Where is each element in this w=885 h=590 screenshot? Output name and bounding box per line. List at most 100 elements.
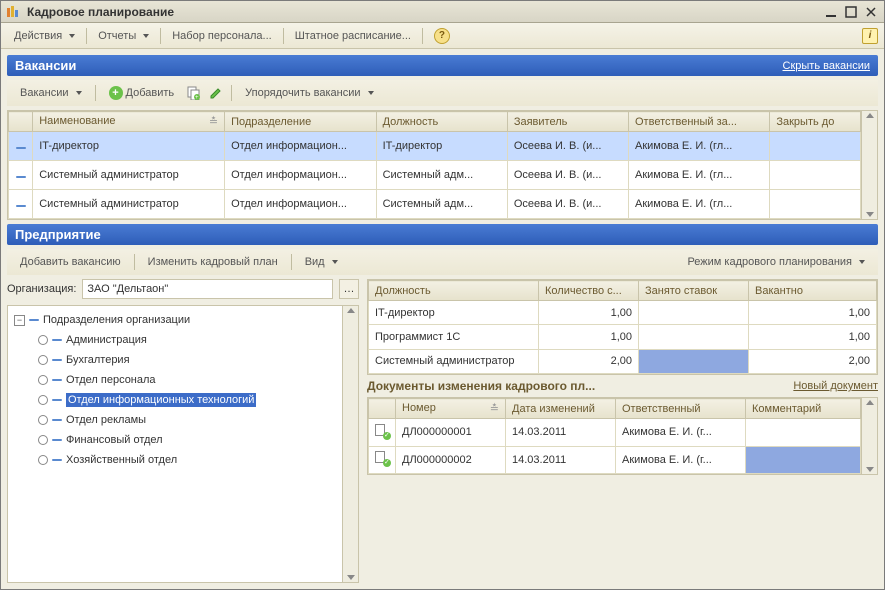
row-marker-icon	[16, 147, 26, 149]
vacancies-table: Наименование≛ Подразделение Должность За…	[8, 111, 861, 219]
table-row[interactable]: IT-директор 1,00 1,00	[369, 301, 877, 325]
doc-posted-icon	[375, 424, 389, 438]
tree-item[interactable]: Отдел рекламы	[10, 410, 340, 430]
col-position[interactable]: Должность	[376, 112, 507, 132]
enterprise-title: Предприятие	[15, 227, 101, 242]
col-responsible[interactable]: Ответственный за...	[629, 112, 770, 132]
window-title: Кадровое планирование	[27, 5, 820, 19]
choose-org-button[interactable]: …	[339, 279, 359, 299]
table-row[interactable]: IT-директор Отдел информацион... IT-дире…	[9, 132, 861, 161]
col-date[interactable]: Дата изменений	[506, 399, 616, 419]
right-pane: Должность Количество с... Занято ставок …	[367, 279, 878, 583]
enterprise-body: Организация: ЗАО "Дельтаон" … − Подразде…	[7, 279, 878, 583]
radio-icon	[38, 395, 48, 405]
vacancies-grid: Наименование≛ Подразделение Должность За…	[7, 110, 878, 220]
close-button[interactable]	[862, 4, 880, 20]
table-row[interactable]: Системный администратор Отдел информацио…	[9, 161, 861, 190]
copy-button[interactable]: +	[185, 84, 203, 102]
radio-icon	[38, 355, 48, 365]
view-menu[interactable]: Вид	[298, 253, 345, 271]
left-pane: Организация: ЗАО "Дельтаон" … − Подразде…	[7, 279, 359, 583]
separator	[95, 85, 96, 101]
maximize-button[interactable]	[842, 4, 860, 20]
radio-icon	[38, 415, 48, 425]
col-count[interactable]: Количество с...	[539, 281, 639, 301]
info-button[interactable]: i	[862, 28, 878, 44]
app-icon	[5, 4, 21, 20]
tree-item-selected[interactable]: Отдел информационных технологий	[10, 390, 340, 410]
separator	[422, 28, 423, 44]
recruit-button[interactable]: Набор персонала...	[165, 27, 278, 45]
enterprise-toolbar: Добавить вакансию Изменить кадровый план…	[7, 249, 878, 275]
tree-item[interactable]: Финансовый отдел	[10, 430, 340, 450]
scrollbar[interactable]	[861, 398, 877, 474]
edit-plan-button[interactable]: Изменить кадровый план	[141, 253, 285, 271]
radio-icon	[38, 435, 48, 445]
scrollbar[interactable]	[861, 111, 877, 219]
org-row: Организация: ЗАО "Дельтаон" …	[7, 279, 359, 299]
folder-icon	[29, 319, 39, 321]
tree-item[interactable]: Бухгалтерия	[10, 350, 340, 370]
collapse-icon[interactable]: −	[14, 315, 25, 326]
scrollbar[interactable]	[342, 306, 358, 582]
content: Вакансии Скрыть вакансии Вакансии Добави…	[1, 49, 884, 589]
vacancies-menu[interactable]: Вакансии	[13, 84, 89, 102]
doc-posted-icon	[375, 451, 389, 465]
reports-menu[interactable]: Отчеты	[91, 27, 156, 45]
titlebar: Кадровое планирование	[1, 1, 884, 23]
col-name[interactable]: Наименование≛	[33, 112, 225, 132]
col-department[interactable]: Подразделение	[225, 112, 376, 132]
row-marker-icon	[16, 176, 26, 178]
main-toolbar: Действия Отчеты Набор персонала... Штатн…	[1, 23, 884, 49]
scroll-down-icon	[866, 467, 874, 472]
table-row[interactable]: Программист 1С 1,00 1,00	[369, 325, 877, 349]
col-applicant[interactable]: Заявитель	[507, 112, 628, 132]
tree-item[interactable]: Хозяйственный отдел	[10, 450, 340, 470]
add-vacancy-button[interactable]: Добавить вакансию	[13, 253, 128, 271]
new-document-link[interactable]: Новый документ	[793, 380, 878, 392]
department-tree: − Подразделения организации Администраци…	[7, 305, 359, 583]
org-input[interactable]: ЗАО "Дельтаон"	[82, 279, 333, 299]
staffing-button[interactable]: Штатное расписание...	[288, 27, 418, 45]
table-row[interactable]: Системный администратор 2,00 2,00	[369, 349, 877, 373]
table-row[interactable]: Системный администратор Отдел информацио…	[9, 190, 861, 219]
tree-item[interactable]: Администрация	[10, 330, 340, 350]
col-closeby[interactable]: Закрыть до	[770, 112, 861, 132]
edit-button[interactable]	[207, 84, 225, 102]
planning-mode-menu[interactable]: Режим кадрового планирования	[680, 253, 872, 271]
radio-icon	[38, 335, 48, 345]
vacancies-toolbar: Вакансии Добавить + Упорядочить вакансии	[7, 80, 878, 106]
tree-item[interactable]: Отдел персонала	[10, 370, 340, 390]
actions-menu[interactable]: Действия	[7, 27, 82, 45]
scroll-down-icon	[866, 212, 874, 217]
col-handle[interactable]	[9, 112, 33, 132]
positions-table: Должность Количество с... Занято ставок …	[368, 280, 877, 374]
sort-vacancies-menu[interactable]: Упорядочить вакансии	[238, 84, 380, 102]
vacancies-title: Вакансии	[15, 58, 76, 73]
minimize-button[interactable]	[822, 4, 840, 20]
col-number[interactable]: Номер≛	[396, 399, 506, 419]
separator	[86, 28, 87, 44]
col-vacant[interactable]: Вакантно	[749, 281, 877, 301]
col-position[interactable]: Должность	[369, 281, 539, 301]
col-occupied[interactable]: Занято ставок	[639, 281, 749, 301]
radio-icon	[38, 455, 48, 465]
tree-item-root[interactable]: − Подразделения организации	[10, 310, 340, 330]
folder-icon	[52, 419, 62, 421]
col-icon[interactable]	[369, 399, 396, 419]
table-row[interactable]: ДЛ000000002 14.03.2011 Акимова Е. И. (г.…	[369, 446, 861, 474]
row-marker-icon	[16, 205, 26, 207]
help-button[interactable]: ?	[427, 25, 457, 47]
add-label: Добавить	[126, 87, 175, 99]
col-responsible[interactable]: Ответственный	[616, 399, 746, 419]
enterprise-header: Предприятие	[7, 224, 878, 245]
scroll-up-icon	[866, 400, 874, 405]
col-comment[interactable]: Комментарий	[746, 399, 861, 419]
add-button[interactable]: Добавить	[102, 83, 182, 103]
hide-vacancies-link[interactable]: Скрыть вакансии	[783, 60, 870, 72]
folder-icon	[52, 439, 62, 441]
separator	[160, 28, 161, 44]
plus-icon	[109, 86, 123, 100]
table-row[interactable]: ДЛ000000001 14.03.2011 Акимова Е. И. (г.…	[369, 419, 861, 447]
sort-icon: ≛	[490, 402, 499, 415]
